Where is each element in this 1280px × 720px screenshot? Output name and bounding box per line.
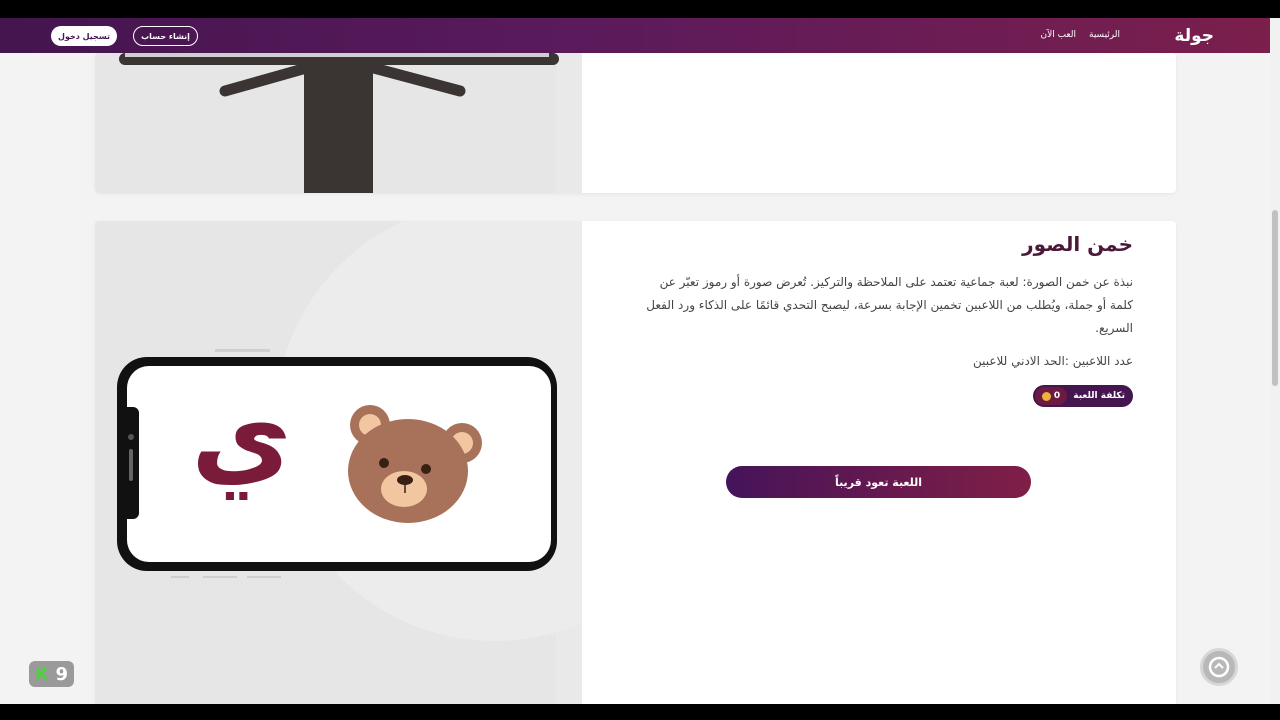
- k-badge-widget[interactable]: K 9: [29, 661, 74, 687]
- easel-illustration: [119, 53, 559, 193]
- game-image-panel: ي: [95, 221, 582, 711]
- screen-top-bar: [0, 0, 1280, 18]
- game-card-previous: [95, 53, 1176, 193]
- coming-soon-button[interactable]: اللعبة تعود قريباً: [726, 466, 1031, 498]
- nav-play-now-link[interactable]: العب الآن: [1040, 30, 1076, 40]
- cost-pill: 0: [1035, 387, 1067, 405]
- screen-bottom-bar: [0, 704, 1280, 720]
- login-button[interactable]: تسجيل دخول: [51, 26, 117, 46]
- navbar: جولة الرئيسية العب الآن إنشاء حساب تسجيل…: [0, 18, 1270, 53]
- cost-value: 0: [1053, 391, 1061, 401]
- game-cost-badge: تكلفة اللعبة 0: [1033, 385, 1133, 407]
- signup-button[interactable]: إنشاء حساب: [133, 26, 198, 46]
- phone-illustration: [117, 221, 582, 641]
- k-badge-count: 9: [55, 663, 68, 685]
- support-chat-button[interactable]: [1200, 648, 1238, 686]
- k-logo-icon: K: [35, 663, 49, 685]
- coin-icon: [1041, 391, 1051, 401]
- game-description: نبذة عن خمن الصورة: لعبة جماعية تعتمد عل…: [646, 275, 1133, 335]
- scrollbar-thumb[interactable]: [1272, 210, 1278, 386]
- arabic-letter: ي: [191, 371, 292, 499]
- page-scrollbar[interactable]: [1270, 18, 1280, 704]
- nav-home-link[interactable]: الرئيسية: [1089, 30, 1120, 40]
- chat-icon: [1208, 656, 1230, 678]
- game-card-guess-images: ي خمن الصور نبذة عن خمن الصورة: لعبة جما…: [95, 221, 1176, 711]
- game-image-previous: [95, 53, 582, 193]
- cost-label: تكلفة اللعبة: [1073, 391, 1125, 401]
- site-logo[interactable]: جولة: [1174, 26, 1215, 46]
- game-title: خمن الصور: [1022, 232, 1133, 256]
- players-count: عدد اللاعبين :الحد الادني للاعبين: [972, 354, 1133, 368]
